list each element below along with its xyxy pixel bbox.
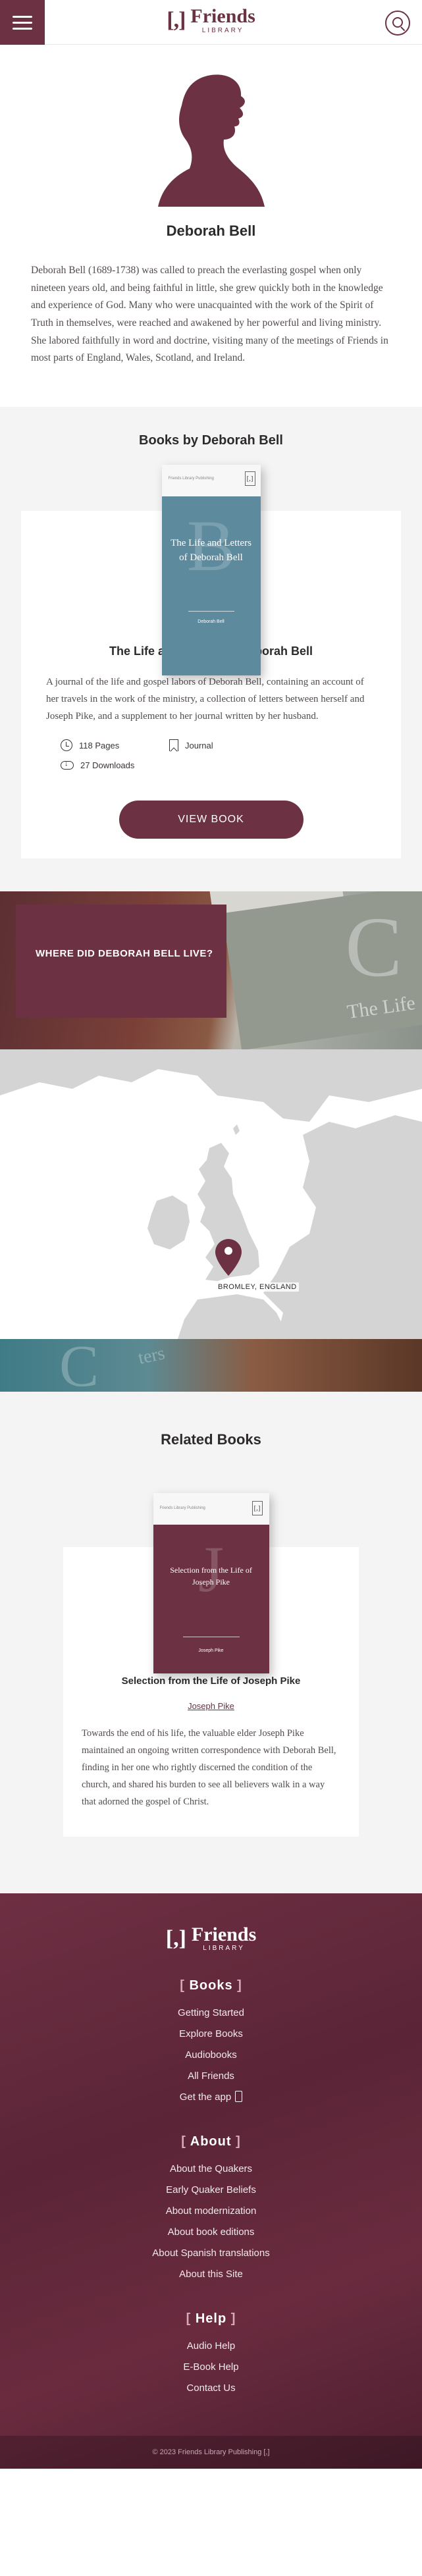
footer-logo-word: Friends bbox=[191, 1924, 257, 1946]
search-button[interactable] bbox=[385, 11, 410, 36]
book-card: Friends Library Publishing [,] B The Lif… bbox=[21, 464, 401, 859]
cover-series: Friends Library Publishing bbox=[159, 1506, 205, 1511]
footer-link[interactable]: Explore Books bbox=[0, 2024, 422, 2045]
decorative-book-strip: C ters bbox=[0, 1339, 422, 1392]
footer-link[interactable]: E-Book Help bbox=[0, 2357, 422, 2378]
banner-art-letter: C bbox=[345, 900, 402, 995]
footer-logo-mark: [,] bbox=[165, 1926, 186, 1951]
footer-link[interactable]: Audio Help bbox=[0, 2336, 422, 2357]
logo-mark: [,] bbox=[167, 8, 186, 32]
hamburger-icon bbox=[13, 15, 32, 18]
hamburger-icon-bar bbox=[13, 21, 32, 24]
related-book-card: Friends Library Publishing [,] J Selecti… bbox=[63, 1493, 359, 1837]
footer-link[interactable]: About modernization bbox=[0, 2201, 422, 2222]
footer-link[interactable]: All Friends bbox=[0, 2066, 422, 2087]
hamburger-menu-button[interactable] bbox=[0, 0, 45, 45]
cover-series: Friends Library Publishing bbox=[168, 476, 214, 481]
location-map[interactable]: BROMLEY, ENGLAND bbox=[0, 1049, 422, 1340]
author-section: Deborah Bell Deborah Bell (1689-1738) wa… bbox=[0, 45, 422, 407]
cover-logo-icon: [,] bbox=[251, 1501, 263, 1516]
strip-letter: C bbox=[59, 1339, 99, 1392]
phone-icon bbox=[235, 2091, 243, 2103]
books-section-title: Books by Deborah Bell bbox=[139, 433, 283, 448]
top-navbar: [,] Friends LIBRARY bbox=[0, 0, 422, 45]
author-name: Deborah Bell bbox=[166, 223, 256, 239]
site-logo[interactable]: [,] Friends LIBRARY bbox=[167, 7, 255, 34]
footer-help-links: Audio Help E-Book Help Contact Us bbox=[0, 2336, 422, 2399]
footer-heading-help: [ Help ] bbox=[186, 2311, 236, 2326]
footer-link[interactable]: About this Site bbox=[0, 2264, 422, 2285]
map-pin-label: BROMLEY, ENGLAND bbox=[216, 1282, 299, 1292]
where-lived-banner: C The Life WHERE DID DEBORAH BELL LIVE? bbox=[0, 891, 422, 1050]
view-book-button[interactable]: VIEW BOOK bbox=[119, 801, 303, 839]
related-books-section: Related Books Friends Library Publishing… bbox=[0, 1392, 422, 1894]
footer-link[interactable]: Contact Us bbox=[0, 2378, 422, 2399]
footer-logo-sub: LIBRARY bbox=[203, 1945, 245, 1953]
site-footer: [,] Friends LIBRARY [ Books ] Getting St… bbox=[0, 1893, 422, 2469]
cover-author: Deborah Bell bbox=[198, 619, 224, 624]
author-silhouette-image bbox=[157, 74, 265, 207]
cover-divider bbox=[188, 610, 234, 612]
cover-title: The Life and Letters of Deborah Bell bbox=[171, 537, 251, 564]
book-cover[interactable]: Friends Library Publishing [,] B The Lif… bbox=[161, 464, 261, 675]
footer-link[interactable]: Early Quaker Beliefs bbox=[0, 2180, 422, 2201]
author-bio: Deborah Bell (1689-1738) was called to p… bbox=[31, 265, 388, 364]
cloud-download-icon bbox=[61, 760, 74, 770]
related-book-description: Towards the end of his life, the valuabl… bbox=[82, 1728, 336, 1807]
cover-author: Joseph Pike bbox=[198, 1648, 224, 1654]
footer-heading-about: [ About ] bbox=[181, 2134, 241, 2149]
book-type: Journal bbox=[185, 740, 213, 750]
logo-word: Friends bbox=[190, 5, 255, 27]
logo-sub: LIBRARY bbox=[201, 27, 244, 34]
related-book-title[interactable]: Selection from the Life of Joseph Pike bbox=[82, 1675, 340, 1687]
hamburger-icon-bar bbox=[13, 27, 32, 30]
book-meta: 118 Pages Journal 27 Downloads bbox=[46, 739, 376, 770]
footer-books-links: Getting Started Explore Books Audiobooks… bbox=[0, 2003, 422, 2108]
strip-text: ters bbox=[136, 1343, 167, 1369]
footer-about-links: About the Quakers Early Quaker Beliefs A… bbox=[0, 2159, 422, 2285]
footer-copyright: © 2023 Friends Library Publishing [,] bbox=[0, 2436, 422, 2469]
book-description: A journal of the life and gospel labors … bbox=[46, 676, 365, 722]
cover-logo-icon: [,] bbox=[244, 471, 255, 486]
clock-icon bbox=[61, 739, 72, 752]
footer-link-get-app[interactable]: Get the app bbox=[0, 2087, 422, 2108]
footer-link[interactable]: About the Quakers bbox=[0, 2159, 422, 2180]
where-heading-box: WHERE DID DEBORAH BELL LIVE? bbox=[16, 905, 226, 1018]
footer-link[interactable]: Audiobooks bbox=[0, 2045, 422, 2066]
map-image bbox=[0, 1049, 422, 1340]
books-by-author-section: Books by Deborah Bell Friends Library Pu… bbox=[0, 406, 422, 892]
related-section-title: Related Books bbox=[161, 1431, 261, 1448]
where-heading: WHERE DID DEBORAH BELL LIVE? bbox=[36, 948, 213, 960]
book-pages: 118 Pages bbox=[79, 740, 120, 750]
cover-title: Selection from the Life of Joseph Pike bbox=[170, 1565, 252, 1587]
related-book-author-link[interactable]: Joseph Pike bbox=[188, 1701, 234, 1711]
footer-link[interactable]: Getting Started bbox=[0, 2003, 422, 2024]
footer-link[interactable]: About Spanish translations bbox=[0, 2243, 422, 2264]
footer-logo[interactable]: [,] Friends LIBRARY bbox=[165, 1924, 257, 1953]
book-downloads: 27 Downloads bbox=[80, 760, 135, 771]
footer-heading-books: [ Books ] bbox=[180, 1978, 242, 1993]
footer-link[interactable]: About book editions bbox=[0, 2222, 422, 2243]
related-book-cover[interactable]: Friends Library Publishing [,] J Selecti… bbox=[153, 1493, 269, 1674]
bookmark-icon bbox=[169, 739, 178, 752]
